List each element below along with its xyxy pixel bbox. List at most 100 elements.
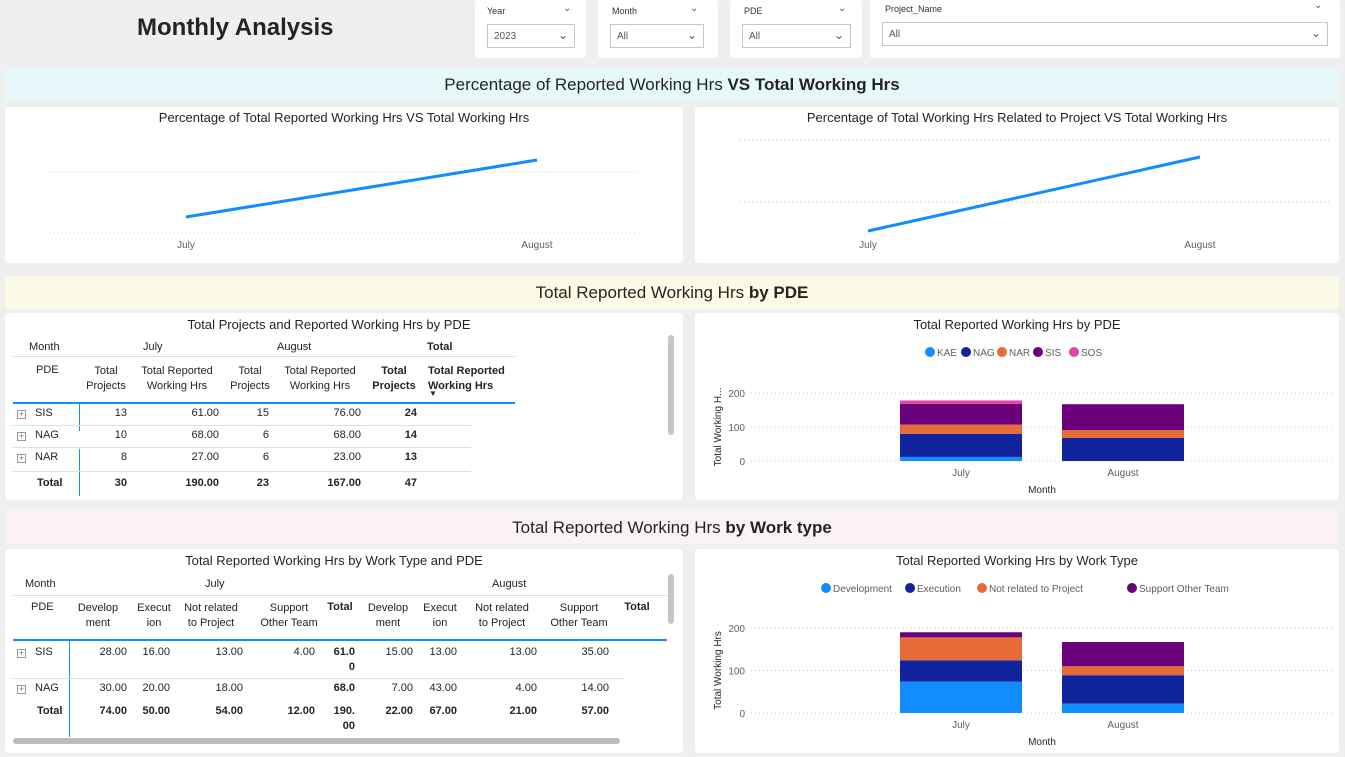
expand-icon[interactable]: + bbox=[17, 410, 26, 419]
worktype-matrix-table[interactable]: Total Reported Working Hrs by Work Type … bbox=[5, 549, 683, 753]
total-cell: 190.00 bbox=[185, 477, 219, 489]
table-cell: 4.00 bbox=[515, 682, 537, 694]
project-dropdown[interactable]: All ⌄ bbox=[882, 22, 1328, 46]
col-total-reported[interactable]: Total Reported Working Hrs bbox=[279, 364, 361, 394]
pde-matrix-table[interactable]: Total Projects and Reported Working Hrs … bbox=[5, 313, 683, 500]
vertical-scrollbar[interactable] bbox=[668, 574, 674, 624]
pde-slicer[interactable]: PDE ⌄ All ⌄ bbox=[730, 0, 862, 58]
legend-marker bbox=[977, 583, 987, 593]
col-header[interactable]: Not related to Project bbox=[465, 601, 539, 631]
row-label: SIS bbox=[35, 407, 53, 419]
table-cell: 43.00 bbox=[429, 682, 457, 694]
table-cell: 27.00 bbox=[191, 451, 219, 463]
col-total-reported[interactable]: Total Reported Working Hrs bbox=[137, 364, 217, 394]
col-july: July bbox=[143, 341, 163, 353]
expand-icon[interactable]: + bbox=[17, 685, 26, 694]
line-chart-svg: July August bbox=[740, 139, 1331, 251]
header-line: Execut bbox=[423, 602, 457, 614]
table-cell: 76.00 bbox=[333, 407, 361, 419]
legend-marker bbox=[997, 347, 1007, 357]
table-cell: 20.00 bbox=[142, 682, 170, 694]
table-cell: 35.00 bbox=[581, 646, 609, 658]
header-line: ion bbox=[432, 617, 448, 629]
vertical-scrollbar[interactable] bbox=[668, 335, 674, 435]
table-cell: 54.00 bbox=[215, 705, 243, 717]
month-value: All bbox=[617, 31, 629, 42]
chevron-down-icon[interactable]: ⌄ bbox=[1314, 0, 1322, 11]
year-label: Year bbox=[487, 6, 506, 16]
col-header[interactable]: Develop ment bbox=[75, 601, 121, 631]
table-cell: 13 bbox=[114, 407, 127, 419]
expand-icon[interactable]: + bbox=[17, 454, 26, 463]
x-axis-label: Month bbox=[1028, 737, 1056, 748]
line-chart-project-vs-total[interactable]: Percentage of Total Working Hrs Related … bbox=[695, 107, 1339, 263]
table-cell: 14.00 bbox=[581, 682, 609, 694]
bar-segment bbox=[900, 433, 1022, 457]
bar-segment bbox=[900, 681, 1022, 713]
col-august: August bbox=[492, 578, 527, 590]
project-slicer[interactable]: Project_Name ⌄ All ⌄ bbox=[870, 0, 1340, 58]
bar-segment bbox=[1062, 666, 1184, 676]
line-chart-reported-vs-total[interactable]: Percentage of Total Reported Working Hrs… bbox=[5, 107, 683, 263]
horizontal-scrollbar[interactable] bbox=[13, 738, 620, 744]
x-tick-label: July bbox=[952, 468, 970, 479]
chevron-down-icon: ⌄ bbox=[1310, 26, 1321, 40]
table-cell: 50.00 bbox=[142, 705, 170, 717]
y-tick-label: 200 bbox=[728, 624, 745, 635]
row-label: Total bbox=[37, 705, 63, 717]
table-cell: 6 bbox=[262, 429, 269, 441]
column-highlight bbox=[79, 403, 80, 431]
table-cell: 8 bbox=[120, 451, 127, 463]
month-dropdown[interactable]: All ⌄ bbox=[610, 24, 704, 48]
col-total-total-projects[interactable]: Total Projects bbox=[369, 364, 419, 394]
col-header[interactable]: Execut ion bbox=[133, 601, 175, 631]
table-cell: 68.00 bbox=[333, 429, 361, 441]
year-dropdown[interactable]: 2023 ⌄ bbox=[487, 24, 575, 48]
col-header[interactable]: Execut ion bbox=[419, 601, 461, 631]
row-label: NAG bbox=[35, 682, 59, 694]
header-line: to Project bbox=[478, 617, 526, 629]
col-header[interactable]: Not related to Project bbox=[173, 601, 249, 631]
col-header[interactable]: Support Other Team bbox=[541, 601, 617, 631]
header-line: Working Hrs bbox=[146, 380, 208, 392]
header-line: Other Team bbox=[260, 617, 318, 629]
pde-header: PDE bbox=[31, 601, 54, 613]
chevron-down-icon[interactable]: ⌄ bbox=[563, 3, 571, 14]
x-axis-label: Month bbox=[1028, 485, 1056, 496]
header-line: ment bbox=[85, 617, 111, 629]
expand-icon[interactable]: + bbox=[17, 432, 26, 441]
chevron-down-icon[interactable]: ⌄ bbox=[690, 3, 698, 14]
header-line: Total Reported bbox=[141, 365, 213, 377]
table-cell: 4.00 bbox=[293, 646, 315, 658]
col-total-total-reported[interactable]: Total Reported Working Hrs bbox=[428, 364, 518, 394]
bar-segment bbox=[900, 403, 1022, 425]
col-total-projects[interactable]: Total Projects bbox=[83, 364, 129, 394]
month-slicer[interactable]: Month ⌄ All ⌄ bbox=[598, 0, 718, 58]
col-header[interactable]: Support Other Team bbox=[251, 601, 327, 631]
table-cell-wrap: 00 bbox=[342, 720, 355, 732]
project-label: Project_Name bbox=[885, 4, 943, 14]
y-tick-label: 0 bbox=[739, 709, 745, 720]
col-header[interactable]: Develop ment bbox=[363, 601, 413, 631]
header-line: Develop bbox=[77, 602, 119, 614]
x-tick-label: August bbox=[521, 240, 552, 251]
table-cell: 28.00 bbox=[99, 646, 127, 658]
bar-chart-worktype[interactable]: Total Reported Working Hrs by Work Type … bbox=[695, 549, 1339, 753]
bar-segment bbox=[900, 632, 1022, 638]
year-slicer[interactable]: Year ⌄ 2023 ⌄ bbox=[475, 0, 586, 58]
expand-icon[interactable]: + bbox=[17, 649, 26, 658]
pde-dropdown[interactable]: All ⌄ bbox=[742, 24, 851, 48]
bar-segment bbox=[1062, 404, 1184, 431]
chevron-down-icon: ⌄ bbox=[686, 28, 697, 42]
bar-chart-pde[interactable]: Total Reported Working Hrs by PDE 0 100 20… bbox=[695, 313, 1339, 500]
sort-desc-icon[interactable]: ▼ bbox=[429, 389, 437, 398]
pde-label: PDE bbox=[744, 6, 763, 16]
col-total[interactable]: Total bbox=[619, 601, 655, 613]
y-tick-label: 100 bbox=[728, 667, 745, 678]
table-cell: 7.00 bbox=[391, 682, 413, 694]
col-total[interactable]: Total bbox=[323, 601, 357, 613]
year-value: 2023 bbox=[494, 31, 517, 42]
col-total-projects[interactable]: Total Projects bbox=[225, 364, 275, 394]
chevron-down-icon[interactable]: ⌄ bbox=[838, 3, 846, 14]
header-line: Total bbox=[381, 365, 407, 377]
